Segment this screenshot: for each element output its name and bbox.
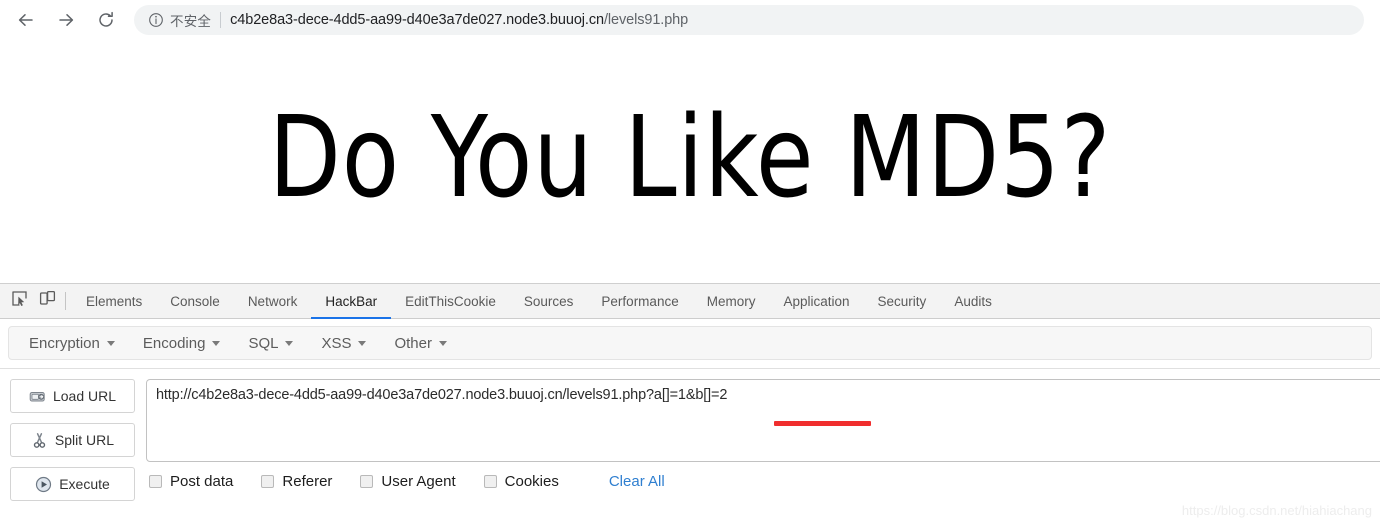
devtools-panel: Elements Console Network HackBar EditThi… [0, 283, 1380, 524]
checkbox-referer[interactable]: Referer [261, 473, 332, 490]
devtools-tabbar: Elements Console Network HackBar EditThi… [0, 284, 1380, 319]
hackbar-options-row: Post data Referer User Agent Cookies Cle… [146, 473, 1380, 490]
checkbox-box[interactable] [360, 475, 374, 488]
url-path: /levels91.php [603, 12, 689, 28]
checkbox-user-agent[interactable]: User Agent [360, 473, 456, 490]
site-security-indicator[interactable]: 不安全 [148, 10, 211, 30]
menu-sql[interactable]: SQL [234, 327, 307, 359]
checkbox-label: User Agent [381, 473, 456, 490]
checkbox-box[interactable] [149, 475, 162, 488]
url-host: c4b2e8a3-dece-4dd5-aa99-d40e3a7de027.nod… [230, 12, 604, 28]
tab-label: Security [877, 293, 927, 309]
scissors-icon [31, 432, 48, 449]
split-url-button[interactable]: Split URL [10, 423, 135, 457]
tab-application[interactable]: Application [769, 284, 863, 318]
hackbar-menubar: Encryption Encoding SQL XSS Other [8, 326, 1372, 360]
reload-button[interactable] [91, 5, 121, 35]
info-circle-icon [148, 12, 164, 28]
tab-label: Network [247, 293, 298, 309]
omnibox-divider [220, 12, 222, 28]
play-icon [35, 476, 52, 493]
device-toolbar-button[interactable] [33, 287, 61, 315]
arrow-left-icon [16, 10, 36, 30]
device-toolbar-icon [39, 290, 56, 312]
checkbox-box[interactable] [483, 475, 497, 488]
tab-security[interactable]: Security [864, 284, 941, 318]
toolbar-divider [65, 292, 66, 310]
security-label: 不安全 [170, 14, 212, 29]
address-bar[interactable]: 不安全 c4b2e8a3-dece-4dd5-aa99-d40e3a7de027… [134, 5, 1364, 35]
checkbox-cookies[interactable]: Cookies [483, 473, 559, 490]
red-underline-annotation [774, 421, 871, 426]
hackbar-action-buttons: Load URL Split URL Execute [10, 379, 135, 511]
execute-button[interactable]: Execute [10, 467, 135, 501]
menu-label: Other [394, 334, 432, 352]
menu-encryption[interactable]: Encryption [15, 327, 129, 359]
hackbar-body: Load URL Split URL Execute http://c4b2e8… [0, 369, 1380, 511]
tab-memory[interactable]: Memory [693, 284, 770, 318]
tab-sources[interactable]: Sources [510, 284, 588, 318]
inspect-element-icon [11, 290, 28, 312]
chevron-down-icon [438, 340, 447, 346]
back-button[interactable] [11, 5, 41, 35]
url-textarea-value: http://c4b2e8a3-dece-4dd5-aa99-d40e3a7de… [156, 387, 728, 403]
menu-label: Encoding [142, 334, 206, 352]
checkbox-label: Cookies [504, 473, 559, 490]
page-content: Do You Like MD5? [0, 40, 1380, 283]
arrow-right-icon [56, 10, 76, 30]
menu-encoding[interactable]: Encoding [129, 327, 235, 359]
tab-elements[interactable]: Elements [72, 284, 156, 318]
checkbox-label: Referer [282, 473, 333, 490]
menu-xss[interactable]: XSS [307, 327, 380, 359]
tab-label: Audits [954, 293, 992, 309]
tab-label: Sources [523, 293, 574, 309]
chevron-down-icon [285, 340, 294, 346]
menu-other[interactable]: Other [380, 327, 461, 359]
url-display[interactable]: c4b2e8a3-dece-4dd5-aa99-d40e3a7de027.nod… [230, 12, 688, 28]
checkbox-label: Post data [170, 473, 234, 490]
load-url-button[interactable]: Load URL [10, 379, 135, 413]
tab-label: Elements [86, 293, 143, 309]
tab-label: HackBar [325, 293, 378, 309]
chevron-down-icon [358, 340, 367, 346]
tab-audits[interactable]: Audits [940, 284, 1006, 318]
checkbox-box[interactable] [261, 475, 275, 488]
inspect-element-button[interactable] [5, 287, 33, 315]
page-title: Do You Like MD5? [268, 93, 1112, 223]
checkbox-post-data[interactable]: Post data [149, 473, 233, 490]
tab-label: Performance [601, 293, 679, 309]
tab-label: Memory [706, 293, 756, 309]
tab-label: Application [783, 293, 850, 309]
load-url-icon [29, 388, 46, 405]
button-label: Load URL [52, 388, 117, 404]
chevron-down-icon [212, 340, 221, 346]
tab-label: Console [170, 293, 220, 309]
menu-label: SQL [248, 334, 279, 352]
tab-label: EditThisCookie [405, 293, 496, 309]
reload-icon [96, 10, 116, 30]
tab-console[interactable]: Console [156, 284, 234, 318]
url-textarea[interactable]: http://c4b2e8a3-dece-4dd5-aa99-d40e3a7de… [146, 379, 1380, 462]
button-label: Execute [59, 476, 110, 492]
hackbar-request-area: http://c4b2e8a3-dece-4dd5-aa99-d40e3a7de… [146, 379, 1380, 511]
clear-all-link[interactable]: Clear All [609, 473, 665, 490]
tab-performance[interactable]: Performance [587, 284, 692, 318]
chevron-down-icon [106, 340, 115, 346]
browser-toolbar: 不安全 c4b2e8a3-dece-4dd5-aa99-d40e3a7de027… [0, 0, 1380, 40]
button-label: Split URL [54, 432, 115, 448]
tab-hackbar[interactable]: HackBar [311, 284, 391, 319]
forward-button[interactable] [51, 5, 81, 35]
tab-network[interactable]: Network [234, 284, 312, 318]
tab-editthiscookie[interactable]: EditThisCookie [391, 284, 510, 318]
devtools-tab-list: Elements Console Network HackBar EditThi… [72, 284, 1006, 319]
menu-label: XSS [321, 334, 352, 352]
menu-label: Encryption [29, 334, 100, 352]
devtools-tool-icons [0, 284, 72, 318]
